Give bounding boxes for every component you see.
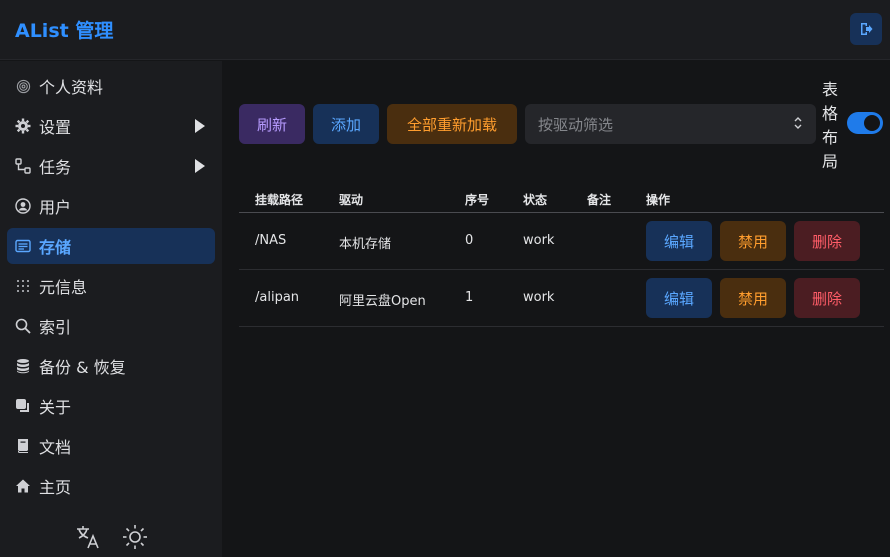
cell-order: 0 (465, 233, 474, 248)
home-icon (15, 478, 31, 494)
cell-driver: 本机存储 (339, 237, 392, 252)
disable-button[interactable]: 禁用 (720, 278, 786, 318)
sidebar-item-label: 用户 (39, 198, 72, 217)
search-icon (15, 318, 31, 334)
top-header: AList 管理 (0, 0, 890, 60)
database-icon (15, 358, 31, 374)
driver-filter-placeholder: 按驱动筛选 (538, 115, 614, 134)
app-title[interactable]: AList 管理 (15, 16, 113, 43)
table-layout-label: 表 格 布 局 (822, 80, 839, 171)
sidebar-item-docs[interactable]: 文档 (7, 428, 215, 464)
sidebar-item-storage[interactable]: 存储 (7, 228, 215, 264)
table-header-divider (239, 212, 884, 213)
sidebar-item-about[interactable]: 关于 (7, 388, 215, 424)
reload-all-button[interactable]: 全部重新加载 (387, 104, 517, 144)
column-header-path: 挂载路径 (255, 193, 304, 207)
sidebar-item-label: 备份 & 恢复 (39, 358, 126, 377)
column-header-status: 状态 (523, 193, 548, 207)
sidebar-item-index[interactable]: 索引 (7, 308, 215, 344)
cell-path: /NAS (255, 233, 287, 248)
expand-arrow-icon (195, 159, 205, 173)
cell-driver: 阿里云盘Open (339, 294, 426, 309)
sidebar-item-settings[interactable]: 设置 (7, 108, 215, 144)
driver-filter-select[interactable]: 按驱动筛选 (525, 104, 816, 144)
sidebar-item-label: 索引 (39, 318, 72, 337)
sidebar-item-home[interactable]: 主页 (7, 468, 215, 504)
cell-status: work (523, 233, 555, 248)
theme-toggle-icon[interactable] (120, 522, 150, 552)
row-divider (239, 326, 884, 327)
toggle-knob (864, 115, 880, 131)
column-header-remark: 备注 (587, 193, 612, 207)
sidebar-item-label: 存储 (39, 238, 72, 257)
sidebar-item-label: 文档 (39, 438, 72, 457)
select-chevron-icon (794, 117, 802, 129)
copy-icon (15, 398, 31, 414)
language-icon[interactable] (73, 522, 103, 552)
sidebar-item-profile[interactable]: 个人资料 (7, 68, 215, 104)
sidebar-item-label: 关于 (39, 398, 72, 417)
logout-icon (861, 23, 873, 35)
disable-button[interactable]: 禁用 (720, 221, 786, 261)
delete-button[interactable]: 删除 (794, 221, 860, 261)
sidebar-item-label: 主页 (39, 478, 72, 497)
sidebar-item-tasks[interactable]: 任务 (7, 148, 215, 184)
refresh-button[interactable]: 刷新 (239, 104, 305, 144)
column-header-driver: 驱动 (339, 193, 364, 207)
gear-icon (15, 118, 31, 134)
column-header-order: 序号 (465, 193, 490, 207)
book-icon (15, 438, 31, 454)
logout-button[interactable] (850, 13, 882, 45)
table-layout-toggle[interactable] (847, 112, 883, 134)
sidebar-item-label: 任务 (39, 158, 72, 177)
storage-icon (15, 238, 31, 254)
sidebar-item-label: 个人资料 (39, 78, 104, 97)
edit-button[interactable]: 编辑 (646, 221, 712, 261)
sidebar: 个人资料 设置 任务 用户 存储 元信息 索引 备份 & 恢复 关于 文档 主页 (0, 61, 222, 557)
sidebar-item-meta[interactable]: 元信息 (7, 268, 215, 304)
expand-arrow-icon (195, 119, 205, 133)
sidebar-item-label: 元信息 (39, 278, 88, 297)
fingerprint-icon (15, 78, 31, 94)
sidebar-item-users[interactable]: 用户 (7, 188, 215, 224)
task-flow-icon (15, 158, 31, 174)
cell-path: /alipan (255, 290, 300, 305)
meta-icon (15, 278, 31, 294)
sidebar-item-backup[interactable]: 备份 & 恢复 (7, 348, 215, 384)
cell-order: 1 (465, 290, 474, 305)
edit-button[interactable]: 编辑 (646, 278, 712, 318)
cell-status: work (523, 290, 555, 305)
column-header-actions: 操作 (646, 193, 671, 207)
delete-button[interactable]: 删除 (794, 278, 860, 318)
row-divider (239, 269, 884, 270)
user-circle-icon (15, 198, 31, 214)
sidebar-item-label: 设置 (39, 118, 72, 137)
add-button[interactable]: 添加 (313, 104, 379, 144)
